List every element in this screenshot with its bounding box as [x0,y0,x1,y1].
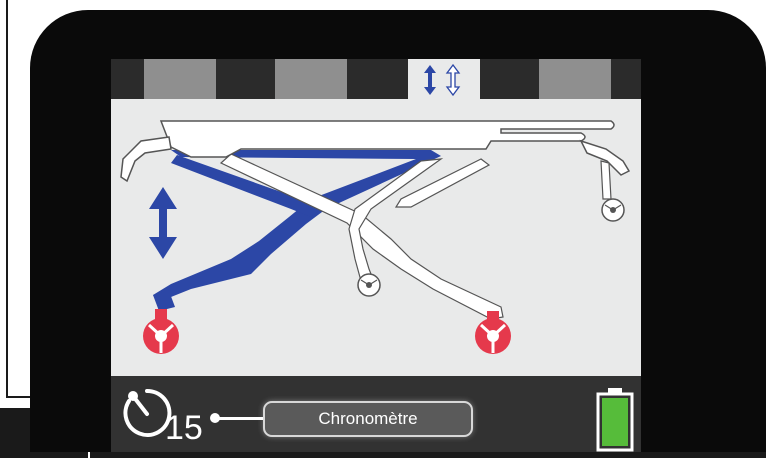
left-rule [6,0,8,398]
battery-level-fill [602,398,628,446]
stretcher-diagram [120,120,631,354]
status-bar: 15 Chronomètre [111,376,641,452]
tab-1[interactable] [144,59,216,99]
braked-wheel-right [475,311,511,354]
bottom-rule [90,452,766,458]
tab-height-adjust[interactable] [408,59,480,99]
connector-line [215,417,265,420]
braked-wheel-left [143,309,179,354]
blue-leg-rear [153,150,441,304]
head-handle [120,136,172,183]
tab-2[interactable] [275,59,347,99]
stopwatch-label[interactable]: Chronomètre [263,401,473,437]
up-down-arrow-icon [149,187,177,259]
small-wheel-middle [357,273,381,297]
battery-icon [596,388,634,452]
small-wheel-foot [601,198,625,222]
timer-value: 15 [165,409,203,447]
device-screen: 15 Chronomètre [111,59,641,452]
tab-4[interactable] [539,59,611,99]
height-adjust-arrows-icon [424,63,461,97]
tab-bar [111,59,641,99]
